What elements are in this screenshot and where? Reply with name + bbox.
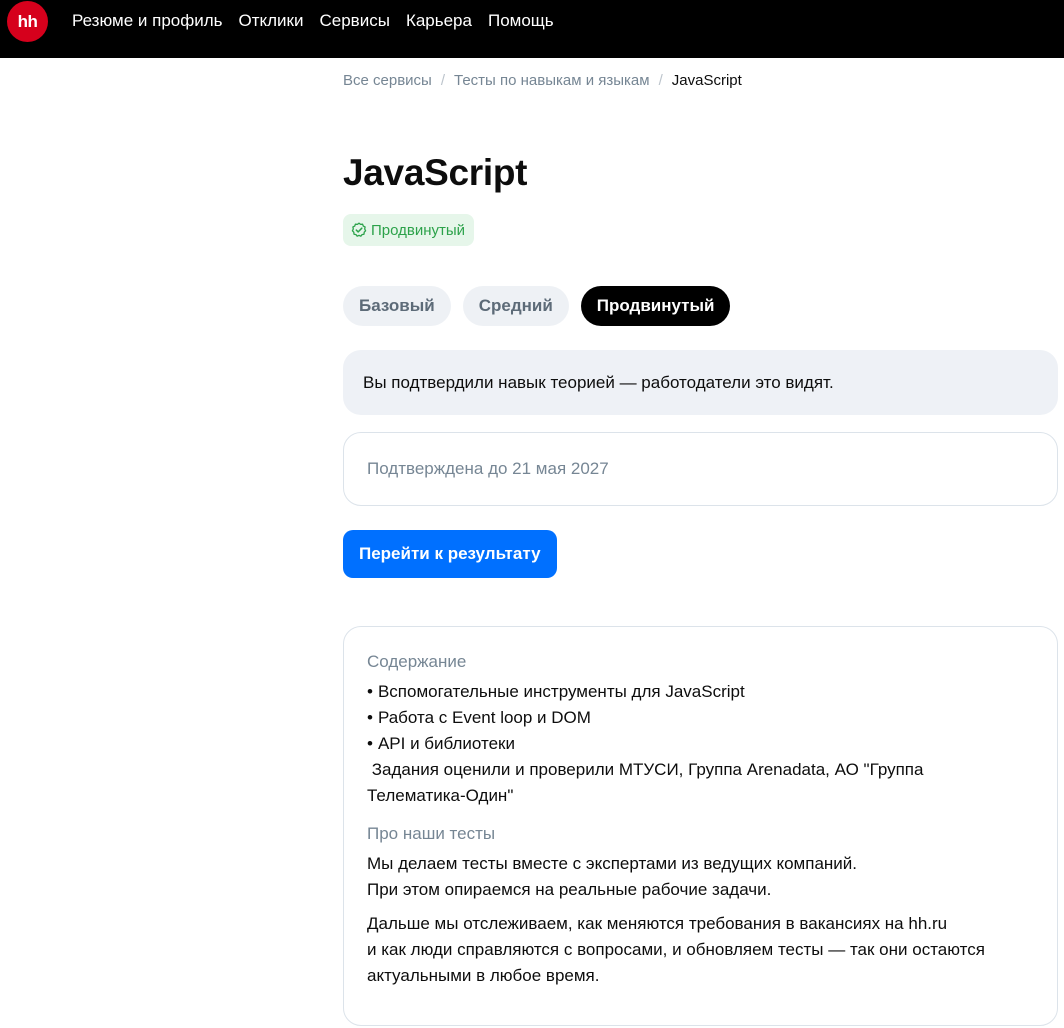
- page-title: JavaScript: [343, 152, 528, 193]
- test-info-card: Содержание • Вспомогательные инструменты …: [343, 626, 1058, 1026]
- nav-item-career[interactable]: Карьера: [406, 0, 472, 42]
- about-paragraph: Мы делаем тесты вместе с экспертами из в…: [367, 854, 858, 899]
- skill-confirmed-text: Вы подтвердили навык теорией — работодат…: [363, 372, 834, 392]
- check-circle-icon: [351, 222, 367, 238]
- tab-advanced[interactable]: Продвинутый: [580, 286, 731, 326]
- breadcrumb-skill-tests[interactable]: Тесты по навыкам и языкам: [454, 72, 650, 89]
- nav-item-responses[interactable]: Отклики: [239, 0, 304, 42]
- skill-confirmed-banner: Вы подтвердили навык теорией — работодат…: [343, 350, 1058, 415]
- level-tabs: Базовый Средний Продвинутый: [343, 286, 731, 326]
- top-navigation-bar: hh Резюме и профиль Отклики Сервисы Карь…: [0, 0, 1064, 58]
- breadcrumb-all-services[interactable]: Все сервисы: [343, 72, 432, 89]
- contents-heading: Содержание: [367, 652, 467, 671]
- confirmation-card: Подтверждена до 21 мая 2027: [343, 432, 1058, 506]
- breadcrumb-current: JavaScript: [671, 71, 742, 89]
- breadcrumb: Все сервисы / Тесты по навыкам и языкам …: [343, 70, 742, 90]
- hh-logo[interactable]: hh: [7, 1, 48, 42]
- nav-item-resume-profile[interactable]: Резюме и профиль: [72, 0, 223, 42]
- nav-item-services[interactable]: Сервисы: [320, 0, 390, 42]
- confirmation-date-text: Подтверждена до 21 мая 2027: [367, 459, 609, 478]
- breadcrumb-separator: /: [440, 71, 445, 89]
- about-tests-heading: Про наши тесты: [367, 824, 496, 843]
- go-to-result-button[interactable]: Перейти к результату: [343, 530, 557, 578]
- list-item: • Вспомогательные инструменты для JavaScr…: [367, 682, 745, 701]
- about-paragraph: Дальше мы отслеживаем, как меняются треб…: [367, 914, 985, 985]
- list-item: • Работа с Event loop и DOM: [367, 708, 591, 727]
- tab-basic[interactable]: Базовый: [343, 286, 451, 326]
- contents-list: • Вспомогательные инструменты для JavaScr…: [367, 679, 1034, 757]
- evaluators-text: Задания оценили и проверили МТУСИ, Групп…: [367, 760, 929, 805]
- level-badge: Продвинутый: [343, 214, 475, 246]
- nav-item-help[interactable]: Помощь: [488, 0, 554, 42]
- list-item: • API и библиотеки: [367, 734, 515, 753]
- level-badge-label: Продвинутый: [371, 221, 466, 239]
- breadcrumb-separator: /: [658, 71, 663, 89]
- tab-intermediate[interactable]: Средний: [462, 286, 569, 326]
- main-nav: Резюме и профиль Отклики Сервисы Карьера…: [72, 0, 554, 42]
